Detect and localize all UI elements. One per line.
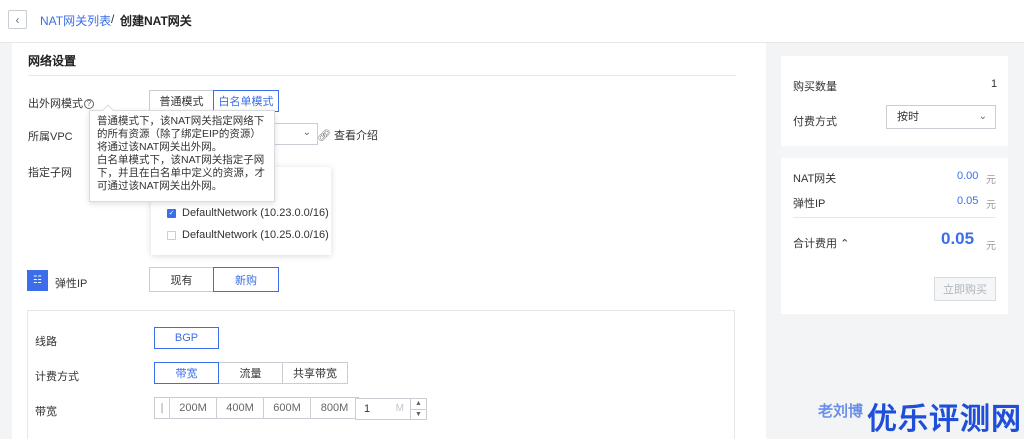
checkbox-unchecked[interactable] [167,230,176,240]
network-settings-panel: 网络设置 出外网模式? 普通模式 白名单模式 所属VPC ⌄ 🔗︎ 查看介绍 指… [12,43,766,439]
checkbox-checked[interactable]: ✓ [167,208,176,218]
price-summary-panel: NAT网关 0.00 元 弹性IP 0.05 元 合计费用 ⌃ 0.05 元 立… [781,158,1008,314]
currency-unit: 元 [986,175,996,186]
currency-unit: 元 [986,241,996,252]
bandwidth-unit: M [395,403,404,414]
link-icon: 🔗︎ [317,129,331,142]
breadcrumb-parent-link[interactable]: NAT网关列表 [40,12,111,29]
subnet-item[interactable]: ✓ DefaultNetwork (10.23.0.0/16) [167,207,329,219]
watermark-small: 老刘博 [818,403,864,420]
eip-new-button[interactable]: 新购 [213,267,279,292]
bandwidth-option[interactable]: 200M [169,397,217,419]
watermark-logo: 优乐评测网 [867,403,1022,436]
billing-label: 计费方式 [35,371,79,383]
vpc-label: 所属VPC [28,131,73,143]
buy-now-button[interactable]: 立即购买 [934,277,996,301]
mode-whitelist-button[interactable]: 白名单模式 [213,90,279,112]
subnet-item-label: DefaultNetwork (10.25.0.0/16) [182,229,329,241]
order-options-panel: 购买数量 1 付费方式 按时 ⌄ [781,56,1008,146]
subnet-label: 指定子网 [28,167,72,179]
section-title: 网络设置 [28,54,77,68]
line-label: 线路 [35,336,57,348]
chevron-left-icon: ‹ [15,12,20,27]
subnet-item-label: DefaultNetwork (10.23.0.0/16) [182,207,329,219]
eip-price-label: 弹性IP [793,198,826,210]
chevron-down-icon: ⌄ [978,111,987,122]
billing-shared-button[interactable]: 共享带宽 [282,362,348,384]
total-toggle[interactable]: 合计费用 ⌃ [793,235,849,251]
egress-mode-label: 出外网模式? [28,95,94,111]
stepper-up-icon[interactable]: ▲ [411,398,427,410]
tooltip-normal-text: 普通模式下，该NAT网关指定网络下的所有资源（除了绑定EIP的资源）将通过该NA… [97,115,265,153]
total-label: 合计费用 [793,238,837,250]
summary-separator [781,146,1008,158]
bandwidth-option[interactable]: 400M [216,397,264,419]
top-bar: ‹ NAT网关列表 / 创建NAT网关 [0,0,1024,43]
eip-label: 弹性IP [55,278,88,290]
price-divider [793,217,996,218]
egress-mode-tooltip: 普通模式下，该NAT网关指定网络下的所有资源（除了绑定EIP的资源）将通过该NA… [89,104,275,202]
quantity-value: 1 [991,78,998,90]
chevron-down-icon: ⌄ [302,127,311,138]
payment-label: 付费方式 [793,116,837,128]
mode-normal-button[interactable]: 普通模式 [149,90,214,112]
network-tree-icon: ☷ [27,270,48,291]
egress-mode-label-text: 出外网模式 [28,98,83,110]
eip-existing-button[interactable]: 现有 [149,267,214,292]
billing-bandwidth-button[interactable]: 带宽 [154,362,219,384]
stepper-down-icon[interactable]: ▼ [411,409,427,420]
eip-price: 0.05 [957,195,979,207]
chevron-up-icon: ⌃ [840,238,850,250]
payment-select[interactable]: 按时 ⌄ [886,105,996,129]
view-intro-text: 查看介绍 [333,130,378,142]
bandwidth-slider-handle[interactable]: | [154,397,170,419]
view-intro-link[interactable]: 🔗︎ 查看介绍 [317,127,378,143]
bandwidth-option[interactable]: 600M [263,397,311,419]
nat-price: 0.00 [957,170,979,182]
breadcrumb-current: 创建NAT网关 [120,14,192,28]
quantity-label: 购买数量 [793,81,837,93]
line-bgp-button[interactable]: BGP [154,327,219,349]
bandwidth-value: 1 [364,403,371,415]
bandwidth-label: 带宽 [35,406,57,418]
subnet-item[interactable]: DefaultNetwork (10.25.0.0/16) [167,229,329,241]
bandwidth-input[interactable]: 1 M [355,398,411,420]
breadcrumb-separator: / [111,12,115,26]
currency-unit: 元 [986,200,996,211]
bandwidth-option[interactable]: 800M [310,397,359,419]
section-divider [28,75,736,76]
tooltip-arrow [102,104,114,116]
tooltip-whitelist-text: 白名单模式下，该NAT网关指定子网下，并且在白名单中定义的资源，才可通过该NAT… [97,154,265,192]
billing-traffic-button[interactable]: 流量 [218,362,283,384]
total-price: 0.05 [941,229,975,248]
back-button[interactable]: ‹ [8,10,27,29]
payment-value: 按时 [897,111,919,123]
question-circle-icon[interactable]: ? [84,99,94,110]
bandwidth-stepper: ▲ ▼ [411,398,427,420]
nat-price-label: NAT网关 [793,173,837,185]
